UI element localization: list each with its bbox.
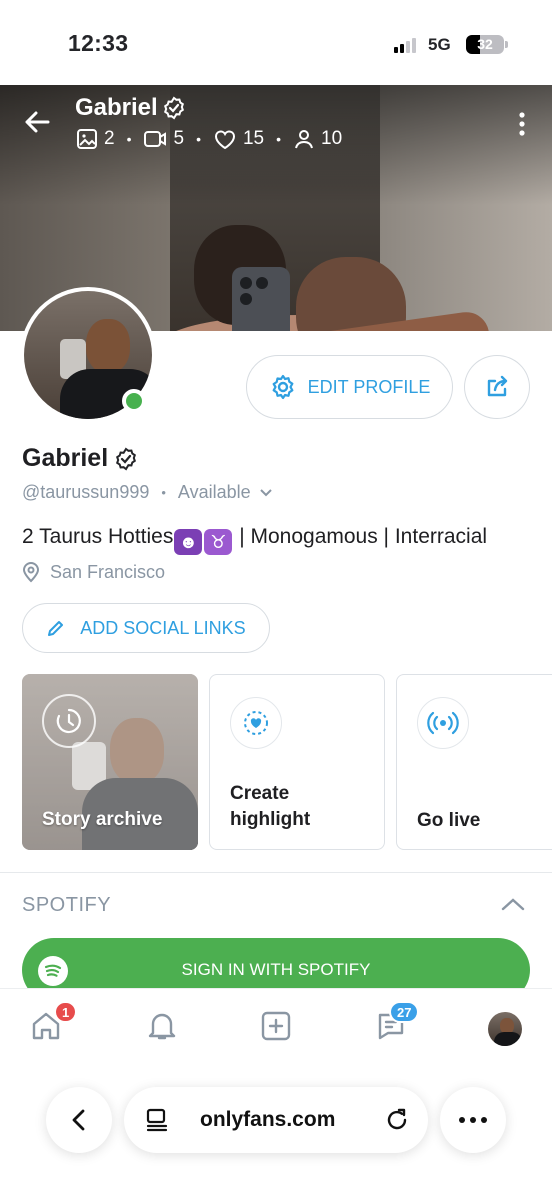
add-square-icon: [261, 1011, 291, 1041]
username-handle: @taurussun999: [22, 482, 150, 502]
spotify-sign-in-label: SIGN IN WITH SPOTIFY: [181, 960, 371, 979]
highlight-create[interactable]: Create highlight: [209, 674, 385, 850]
location-pin-icon: [22, 562, 40, 583]
heart-icon: [214, 130, 235, 150]
share-button[interactable]: [464, 355, 530, 419]
browser-address-bar[interactable]: onlyfans.com: [124, 1087, 428, 1153]
tab-create[interactable]: [256, 1006, 296, 1046]
video-icon: [144, 131, 167, 147]
tab-profile-avatar[interactable]: [488, 1012, 522, 1046]
ellipsis-icon: [459, 1117, 487, 1123]
stat-likes[interactable]: 15: [213, 128, 264, 150]
verified-icon: [114, 447, 138, 471]
highlight-story-archive[interactable]: Story archive: [22, 674, 198, 850]
edit-profile-label: EDIT PROFILE: [307, 376, 431, 397]
chevron-down-icon: [259, 488, 272, 496]
signal-icon: [394, 38, 420, 53]
battery-tip: [505, 41, 508, 48]
page-menu-icon: [146, 1108, 168, 1132]
highlight-label: Create highlight: [230, 783, 311, 830]
profile-stats: 2 • 5 • 15 • 10: [76, 128, 342, 150]
messages-badge: 27: [389, 1001, 420, 1023]
devil-emoji-icon: ☻: [174, 529, 203, 555]
spotify-section-title: SPOTIFY: [22, 894, 112, 916]
tab-notifications[interactable]: [142, 1006, 182, 1046]
more-options-icon[interactable]: [510, 110, 534, 138]
battery-icon: 32: [466, 35, 504, 54]
taurus-emoji-icon: ♉: [204, 529, 233, 555]
history-clock-icon: [42, 694, 96, 748]
chevron-up-icon[interactable]: [500, 894, 526, 916]
browser-url: onlyfans.com: [200, 1108, 336, 1131]
location-text: San Francisco: [50, 561, 166, 582]
header-name-text: Gabriel: [75, 94, 158, 121]
share-icon: [487, 375, 508, 397]
stat-fans[interactable]: 10: [293, 128, 342, 150]
profile-avatar[interactable]: [20, 287, 156, 423]
highlight-go-live[interactable]: Go live: [396, 674, 552, 850]
browser-more-button[interactable]: [440, 1087, 506, 1153]
section-divider: [0, 872, 552, 873]
highlight-label: Go live: [417, 810, 481, 831]
chevron-left-icon: [72, 1109, 85, 1131]
bell-icon: [148, 1013, 176, 1040]
reload-icon: [387, 1108, 407, 1130]
add-social-links-button[interactable]: ADD SOCIAL LINKS: [22, 603, 270, 653]
image-icon: [77, 129, 97, 149]
add-social-links-label: ADD SOCIAL LINKS: [80, 617, 246, 638]
network-label: 5G: [428, 35, 451, 54]
edit-profile-button[interactable]: EDIT PROFILE: [246, 355, 453, 419]
highlight-label: Story archive: [42, 809, 163, 830]
gear-icon: [272, 374, 294, 400]
availability-status[interactable]: Available: [178, 482, 251, 503]
profile-bio: 2 Taurus Hotties ☻ ♉ | Monogamous | Interr…: [22, 525, 487, 555]
status-time: 12:33: [68, 30, 129, 56]
heart-add-icon: [230, 697, 282, 749]
battery-level: 32: [477, 36, 493, 52]
pencil-icon: [48, 621, 64, 636]
user-icon: [295, 130, 313, 149]
browser-back-button[interactable]: [46, 1087, 112, 1153]
header-title: Gabriel: [75, 94, 186, 122]
online-status-indicator: [122, 389, 146, 413]
profile-name: Gabriel: [22, 444, 138, 473]
status-bar: 12:33 5G 32: [0, 0, 552, 85]
stat-videos[interactable]: 5: [143, 128, 184, 150]
back-arrow-icon[interactable]: [22, 107, 52, 137]
broadcast-icon: [417, 697, 469, 749]
spotify-icon: [38, 956, 68, 986]
stat-photos[interactable]: 2: [76, 128, 115, 150]
handle-row: @taurussun999 • Available: [22, 482, 273, 503]
location-row: San Francisco: [22, 561, 165, 583]
verified-icon: [162, 96, 186, 120]
profile-name-text: Gabriel: [22, 444, 109, 472]
notification-badge: 1: [54, 1001, 78, 1023]
